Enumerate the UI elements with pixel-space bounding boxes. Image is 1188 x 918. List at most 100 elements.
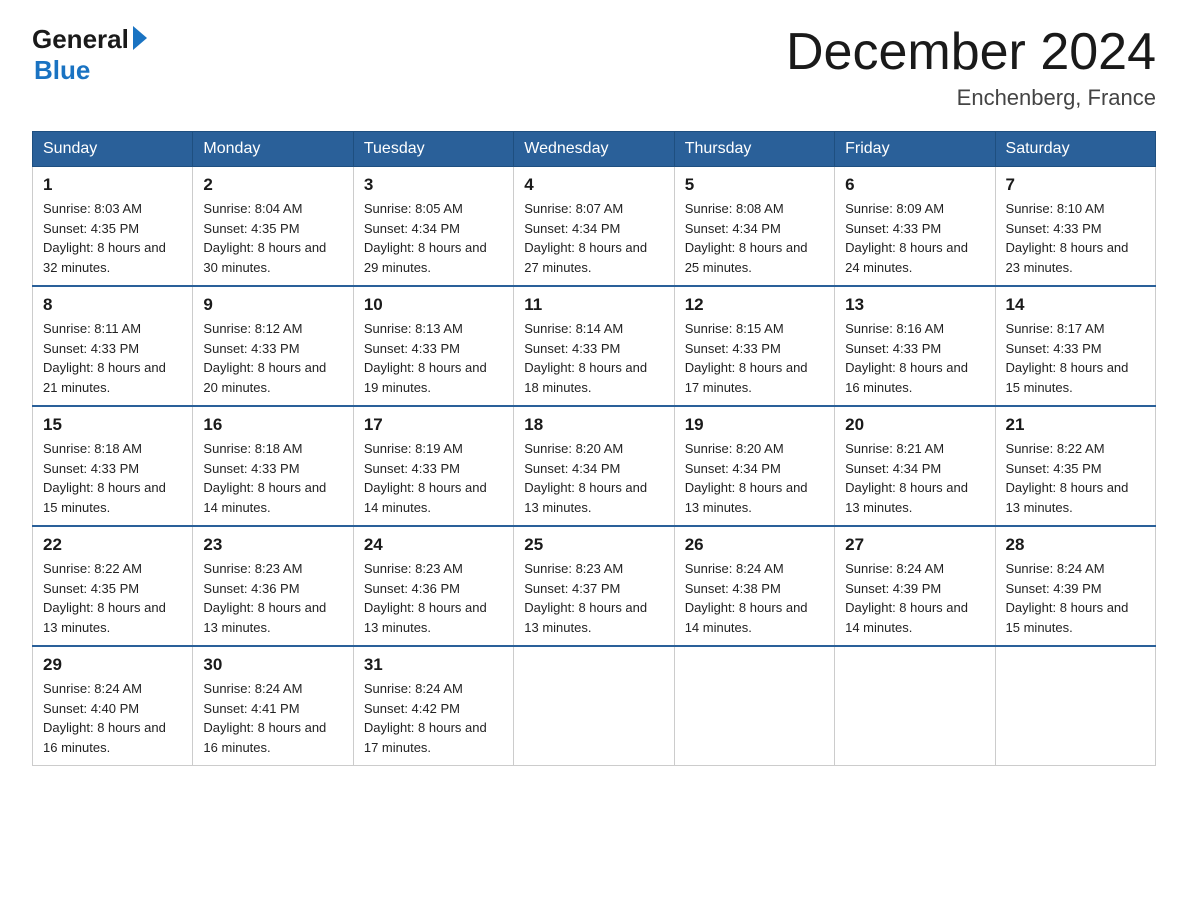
day-info: Sunrise: 8:11 AMSunset: 4:33 PMDaylight:… (43, 319, 182, 397)
calendar-cell (514, 646, 674, 766)
day-number: 7 (1006, 175, 1145, 195)
calendar-cell: 12Sunrise: 8:15 AMSunset: 4:33 PMDayligh… (674, 286, 834, 406)
calendar-cell: 14 Sunrise: 8:17 AMSunset: 4:33 PMDayligh… (995, 286, 1155, 406)
day-info: Sunrise: 8:18 AMSunset: 4:33 PMDaylight:… (203, 439, 342, 517)
day-number: 25 (524, 535, 663, 555)
day-info: Sunrise: 8:24 AMSunset: 4:42 PMDaylight:… (364, 679, 503, 757)
calendar-cell: 11Sunrise: 8:14 AMSunset: 4:33 PMDayligh… (514, 286, 674, 406)
calendar-cell: 24 Sunrise: 8:23 AMSunset: 4:36 PMDayligh… (353, 526, 513, 646)
day-number: 27 (845, 535, 984, 555)
day-number: 5 (685, 175, 824, 195)
calendar-week-row: 8 Sunrise: 8:11 AMSunset: 4:33 PMDaylight… (33, 286, 1156, 406)
calendar-week-row: 29Sunrise: 8:24 AMSunset: 4:40 PMDayligh… (33, 646, 1156, 766)
calendar-table: SundayMondayTuesdayWednesdayThursdayFrid… (32, 131, 1156, 766)
calendar-cell: 5 Sunrise: 8:08 AMSunset: 4:34 PMDaylight… (674, 167, 834, 287)
logo-arrow-icon (133, 26, 147, 50)
calendar-cell: 28Sunrise: 8:24 AMSunset: 4:39 PMDayligh… (995, 526, 1155, 646)
column-header-friday: Friday (835, 132, 995, 167)
calendar-cell: 25 Sunrise: 8:23 AMSunset: 4:37 PMDayligh… (514, 526, 674, 646)
calendar-cell (835, 646, 995, 766)
day-number: 19 (685, 415, 824, 435)
calendar-week-row: 15 Sunrise: 8:18 AMSunset: 4:33 PMDayligh… (33, 406, 1156, 526)
day-number: 4 (524, 175, 663, 195)
day-info: Sunrise: 8:18 AMSunset: 4:33 PMDaylight:… (43, 439, 182, 517)
calendar-cell: 3Sunrise: 8:05 AMSunset: 4:34 PMDaylight… (353, 167, 513, 287)
day-info: Sunrise: 8:04 AMSunset: 4:35 PMDaylight:… (203, 199, 342, 277)
calendar-week-row: 22 Sunrise: 8:22 AMSunset: 4:35 PMDayligh… (33, 526, 1156, 646)
day-info: Sunrise: 8:17 AMSunset: 4:33 PMDaylight:… (1006, 319, 1145, 397)
day-info: Sunrise: 8:22 AMSunset: 4:35 PMDaylight:… (1006, 439, 1145, 517)
day-info: Sunrise: 8:24 AMSunset: 4:40 PMDaylight:… (43, 679, 182, 757)
day-number: 14 (1006, 295, 1145, 315)
calendar-cell: 16 Sunrise: 8:18 AMSunset: 4:33 PMDayligh… (193, 406, 353, 526)
day-info: Sunrise: 8:24 AMSunset: 4:38 PMDaylight:… (685, 559, 824, 637)
day-number: 30 (203, 655, 342, 675)
calendar-cell: 10 Sunrise: 8:13 AMSunset: 4:33 PMDayligh… (353, 286, 513, 406)
calendar-cell: 8 Sunrise: 8:11 AMSunset: 4:33 PMDaylight… (33, 286, 193, 406)
calendar-week-row: 1Sunrise: 8:03 AMSunset: 4:35 PMDaylight… (33, 167, 1156, 287)
day-number: 20 (845, 415, 984, 435)
day-info: Sunrise: 8:12 AMSunset: 4:33 PMDaylight:… (203, 319, 342, 397)
calendar-cell: 9 Sunrise: 8:12 AMSunset: 4:33 PMDaylight… (193, 286, 353, 406)
day-info: Sunrise: 8:23 AMSunset: 4:36 PMDaylight:… (203, 559, 342, 637)
day-number: 13 (845, 295, 984, 315)
day-number: 15 (43, 415, 182, 435)
day-number: 6 (845, 175, 984, 195)
day-info: Sunrise: 8:09 AMSunset: 4:33 PMDaylight:… (845, 199, 984, 277)
calendar-cell: 7 Sunrise: 8:10 AMSunset: 4:33 PMDaylight… (995, 167, 1155, 287)
day-number: 26 (685, 535, 824, 555)
column-header-sunday: Sunday (33, 132, 193, 167)
day-info: Sunrise: 8:23 AMSunset: 4:36 PMDaylight:… (364, 559, 503, 637)
day-info: Sunrise: 8:15 AMSunset: 4:33 PMDaylight:… (685, 319, 824, 397)
day-info: Sunrise: 8:07 AMSunset: 4:34 PMDaylight:… (524, 199, 663, 277)
logo: General Blue (32, 24, 147, 86)
calendar-cell: 31 Sunrise: 8:24 AMSunset: 4:42 PMDayligh… (353, 646, 513, 766)
column-header-thursday: Thursday (674, 132, 834, 167)
calendar-cell: 2 Sunrise: 8:04 AMSunset: 4:35 PMDaylight… (193, 167, 353, 287)
day-info: Sunrise: 8:14 AMSunset: 4:33 PMDaylight:… (524, 319, 663, 397)
calendar-cell: 6 Sunrise: 8:09 AMSunset: 4:33 PMDaylight… (835, 167, 995, 287)
day-number: 24 (364, 535, 503, 555)
day-number: 8 (43, 295, 182, 315)
calendar-cell: 4 Sunrise: 8:07 AMSunset: 4:34 PMDaylight… (514, 167, 674, 287)
column-header-wednesday: Wednesday (514, 132, 674, 167)
day-info: Sunrise: 8:08 AMSunset: 4:34 PMDaylight:… (685, 199, 824, 277)
page-header: General Blue December 2024 Enchenberg, F… (32, 24, 1156, 111)
day-number: 16 (203, 415, 342, 435)
calendar-cell: 19 Sunrise: 8:20 AMSunset: 4:34 PMDayligh… (674, 406, 834, 526)
calendar-cell (674, 646, 834, 766)
column-header-tuesday: Tuesday (353, 132, 513, 167)
day-number: 10 (364, 295, 503, 315)
calendar-cell: 18Sunrise: 8:20 AMSunset: 4:34 PMDayligh… (514, 406, 674, 526)
column-header-saturday: Saturday (995, 132, 1155, 167)
day-info: Sunrise: 8:23 AMSunset: 4:37 PMDaylight:… (524, 559, 663, 637)
day-number: 9 (203, 295, 342, 315)
logo-blue-text: Blue (34, 55, 147, 86)
day-number: 31 (364, 655, 503, 675)
day-number: 1 (43, 175, 182, 195)
day-number: 3 (364, 175, 503, 195)
calendar-cell: 23Sunrise: 8:23 AMSunset: 4:36 PMDayligh… (193, 526, 353, 646)
day-number: 28 (1006, 535, 1145, 555)
calendar-cell: 13Sunrise: 8:16 AMSunset: 4:33 PMDayligh… (835, 286, 995, 406)
calendar-cell (995, 646, 1155, 766)
day-info: Sunrise: 8:10 AMSunset: 4:33 PMDaylight:… (1006, 199, 1145, 277)
calendar-cell: 27Sunrise: 8:24 AMSunset: 4:39 PMDayligh… (835, 526, 995, 646)
calendar-title: December 2024 (786, 24, 1156, 81)
calendar-cell: 20 Sunrise: 8:21 AMSunset: 4:34 PMDayligh… (835, 406, 995, 526)
day-info: Sunrise: 8:21 AMSunset: 4:34 PMDaylight:… (845, 439, 984, 517)
day-number: 18 (524, 415, 663, 435)
calendar-cell: 17 Sunrise: 8:19 AMSunset: 4:33 PMDayligh… (353, 406, 513, 526)
calendar-cell: 1Sunrise: 8:03 AMSunset: 4:35 PMDaylight… (33, 167, 193, 287)
day-number: 2 (203, 175, 342, 195)
title-block: December 2024 Enchenberg, France (786, 24, 1156, 111)
calendar-subtitle: Enchenberg, France (786, 85, 1156, 111)
day-info: Sunrise: 8:22 AMSunset: 4:35 PMDaylight:… (43, 559, 182, 637)
day-info: Sunrise: 8:20 AMSunset: 4:34 PMDaylight:… (685, 439, 824, 517)
calendar-cell: 30Sunrise: 8:24 AMSunset: 4:41 PMDayligh… (193, 646, 353, 766)
day-info: Sunrise: 8:13 AMSunset: 4:33 PMDaylight:… (364, 319, 503, 397)
day-number: 22 (43, 535, 182, 555)
day-info: Sunrise: 8:19 AMSunset: 4:33 PMDaylight:… (364, 439, 503, 517)
day-number: 21 (1006, 415, 1145, 435)
day-number: 17 (364, 415, 503, 435)
